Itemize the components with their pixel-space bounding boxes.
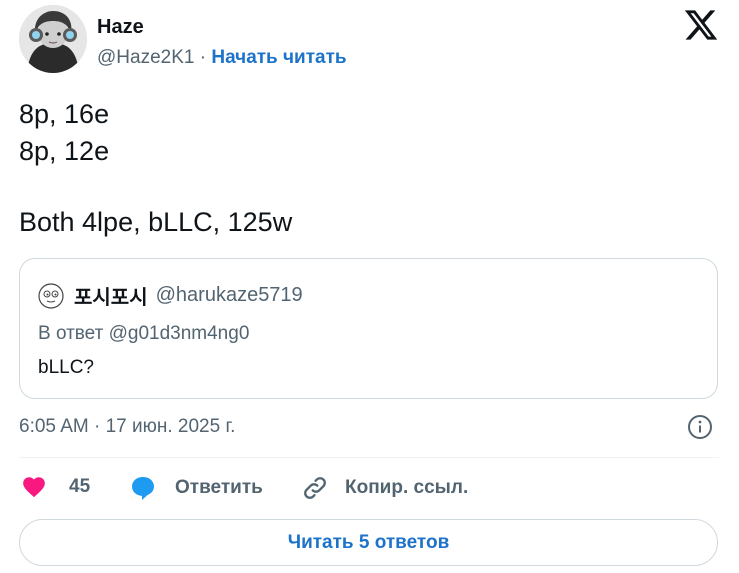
quoted-text: bLLC? <box>38 357 94 378</box>
like-count: 45 <box>69 476 91 497</box>
quoted-author-handle[interactable]: @harukaze5719 <box>156 284 303 307</box>
quoted-author-avatar[interactable] <box>38 282 64 309</box>
heart-icon <box>23 477 45 498</box>
reply-button[interactable]: Ответить <box>129 474 263 502</box>
info-icon[interactable] <box>687 414 713 440</box>
reply-label: Ответить <box>175 477 263 498</box>
author-avatar[interactable] <box>19 5 87 73</box>
quoted-reply-to: В ответ @g01d3nm4ng0 <box>38 323 250 344</box>
quoted-tweet-header: 포시포시 @harukaze5719 <box>38 281 303 310</box>
author-name[interactable]: Haze <box>97 16 144 39</box>
comment-icon <box>132 477 154 500</box>
tweet-timestamp[interactable]: 6:05 AM · 17 июн. 2025 г. <box>19 416 235 438</box>
quoted-author-name[interactable]: 포시포시 <box>74 281 148 310</box>
tweet-line: 8p, 12e <box>19 136 110 166</box>
separator-dot: · <box>199 47 207 68</box>
x-logo-icon[interactable] <box>683 7 719 43</box>
quoted-tweet[interactable]: 포시포시 @harukaze5719 В ответ @g01d3nm4ng0 … <box>19 258 718 399</box>
tweet-text: 8p, 16e 8p, 12e Both 4lpe, bLLC, 125w <box>19 96 292 241</box>
like-button[interactable]: 45 <box>21 474 90 500</box>
tweet-line: 8p, 16e <box>19 99 110 129</box>
author-handle[interactable]: @Haze2K1 <box>97 47 194 68</box>
read-replies-button[interactable]: Читать 5 ответов <box>19 519 718 566</box>
tweet-line: Both 4lpe, bLLC, 125w <box>19 207 293 237</box>
copy-link-label: Копир. ссыл. <box>345 477 469 498</box>
action-bar: 45 Ответить Копир. ссыл. <box>19 474 719 506</box>
link-icon <box>304 477 326 499</box>
copy-link-button[interactable]: Копир. ссыл. <box>301 474 468 502</box>
follow-button[interactable]: Начать читать <box>211 47 346 68</box>
tweet-header: Haze @Haze2K1 · Начать читать <box>19 5 719 77</box>
author-handle-row: @Haze2K1 · Начать читать <box>97 47 347 69</box>
divider <box>19 457 719 458</box>
